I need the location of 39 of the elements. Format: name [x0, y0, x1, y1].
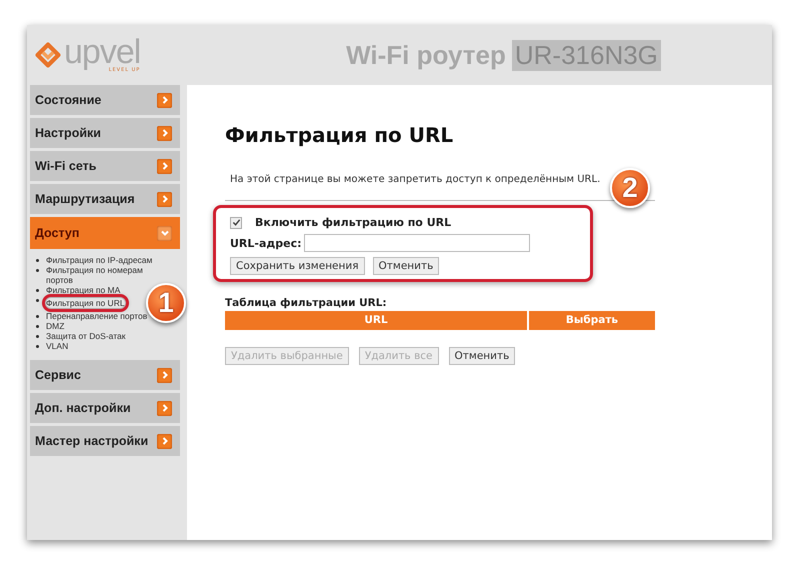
bullet-icon — [36, 345, 39, 348]
sidebar-item[interactable]: Маршрутизация — [30, 184, 180, 214]
column-header: Выбрать — [529, 311, 655, 330]
sidebar-item[interactable]: Мастер настройки — [30, 426, 180, 456]
bullet-icon — [36, 269, 39, 272]
callout-badge: 1 — [146, 283, 186, 323]
page-title: Фильтрация по URL — [225, 123, 454, 147]
url-input-field[interactable] — [304, 234, 530, 252]
table-title: Таблица фильтрации URL: — [225, 297, 387, 309]
submenu-link[interactable]: DMZ — [46, 321, 64, 331]
bullet-icon — [36, 299, 39, 302]
submenu-link[interactable]: Защита от DoS-атак — [46, 331, 126, 341]
sidebar-item[interactable]: Состояние — [30, 85, 180, 115]
bullet-icon — [36, 259, 39, 262]
button[interactable]: Отменить — [448, 347, 516, 365]
sidebar-item[interactable]: Wi-Fi сеть — [30, 151, 180, 181]
checkbox-label: Включить фильтрацию по URL — [255, 216, 452, 229]
bullet-icon — [36, 335, 39, 338]
submenu-link[interactable]: Фильтрация по номерам портов — [46, 265, 162, 285]
button[interactable]: Сохранить изменения — [230, 257, 365, 275]
sidebar-item[interactable]: Сервис — [30, 360, 180, 390]
button[interactable]: Отменить — [372, 257, 440, 275]
url-label: URL-адрес: — [230, 236, 302, 250]
bullet-icon — [36, 289, 39, 292]
bullet-icon — [36, 315, 39, 318]
submenu-link[interactable]: Фильтрация по IP-адресам — [46, 255, 152, 265]
submenu-link[interactable]: VLAN — [46, 341, 68, 351]
sidebar-item[interactable]: Доступ — [30, 217, 180, 249]
page-description: На этой странице вы можете запретить доступ к определённым URL. — [230, 174, 600, 185]
logo-icon — [35, 42, 61, 68]
sidebar-item[interactable]: Доп. настройки — [30, 393, 180, 423]
submenu-link[interactable]: Фильтрация по MA — [46, 285, 120, 295]
page-header-title: Wi-Fi роутер — [346, 40, 506, 70]
checkbox[interactable] — [230, 216, 242, 228]
submenu-link[interactable]: Перенаправление портов — [46, 311, 148, 321]
callout-badge: 2 — [610, 168, 650, 208]
bullet-icon — [36, 325, 39, 328]
column-header: URL — [225, 311, 527, 330]
sidebar-item[interactable]: Настройки — [30, 118, 180, 148]
